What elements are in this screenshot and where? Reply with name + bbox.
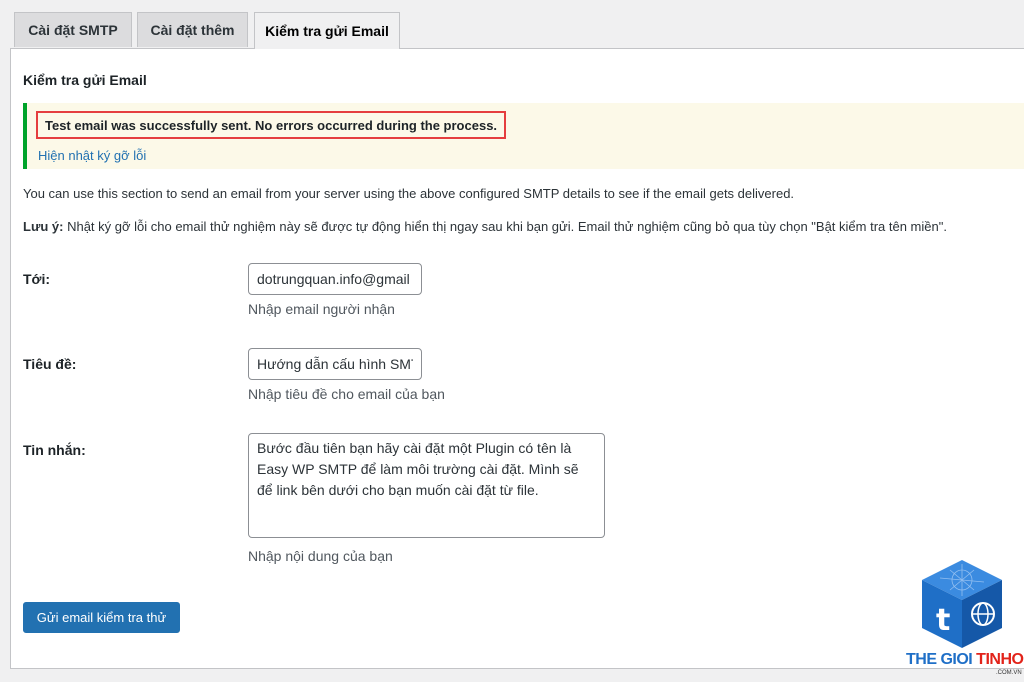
note-body: Nhật ký gỡ lỗi cho email thử nghiệm này … <box>63 219 947 234</box>
section-title: Kiểm tra gửi Email <box>23 72 147 88</box>
thegioitinhoc-logo: t THE GIOI TINHOC .COM.VN <box>900 556 1024 682</box>
logo-text-part1: THE GIOI <box>906 651 977 668</box>
logo-domain: .COM.VN <box>996 670 1022 676</box>
test-email-panel: Kiểm tra gửi Email Test email was succes… <box>10 48 1024 669</box>
logo-text-part2: TINHOC <box>976 651 1024 668</box>
message-textarea[interactable]: Bước đầu tiên bạn hãy cài đặt một Plugin… <box>248 433 605 538</box>
tab-additional-settings[interactable]: Cài đặt thêm <box>137 12 248 47</box>
subject-label: Tiêu đề: <box>23 356 77 372</box>
subject-input[interactable] <box>248 348 422 380</box>
to-label: Tới: <box>23 271 51 287</box>
message-help: Nhập nội dung của bạn <box>248 548 393 564</box>
tab-smtp-settings[interactable]: Cài đặt SMTP <box>14 12 132 47</box>
note-label: Lưu ý: <box>23 219 64 234</box>
cube-logo-icon: t <box>922 560 1002 648</box>
send-test-email-button[interactable]: Gửi email kiểm tra thử <box>23 602 180 633</box>
tab-test-email[interactable]: Kiểm tra gửi Email <box>254 12 400 49</box>
success-notice: Test email was successfully sent. No err… <box>23 103 1024 169</box>
subject-help: Nhập tiêu đề cho email của bạn <box>248 386 445 402</box>
show-debug-log-link[interactable]: Hiện nhật ký gỡ lỗi <box>38 148 146 163</box>
message-label: Tin nhắn: <box>23 442 86 458</box>
to-help: Nhập email người nhận <box>248 301 395 317</box>
note-text: Lưu ý: Nhật ký gỡ lỗi cho email thử nghi… <box>23 219 947 234</box>
to-email-input[interactable] <box>248 263 422 295</box>
svg-text:t: t <box>936 603 950 638</box>
logo-wordmark: THE GIOI TINHOC <box>906 651 1024 669</box>
section-description: You can use this section to send an emai… <box>23 186 795 201</box>
success-message: Test email was successfully sent. No err… <box>36 111 507 139</box>
